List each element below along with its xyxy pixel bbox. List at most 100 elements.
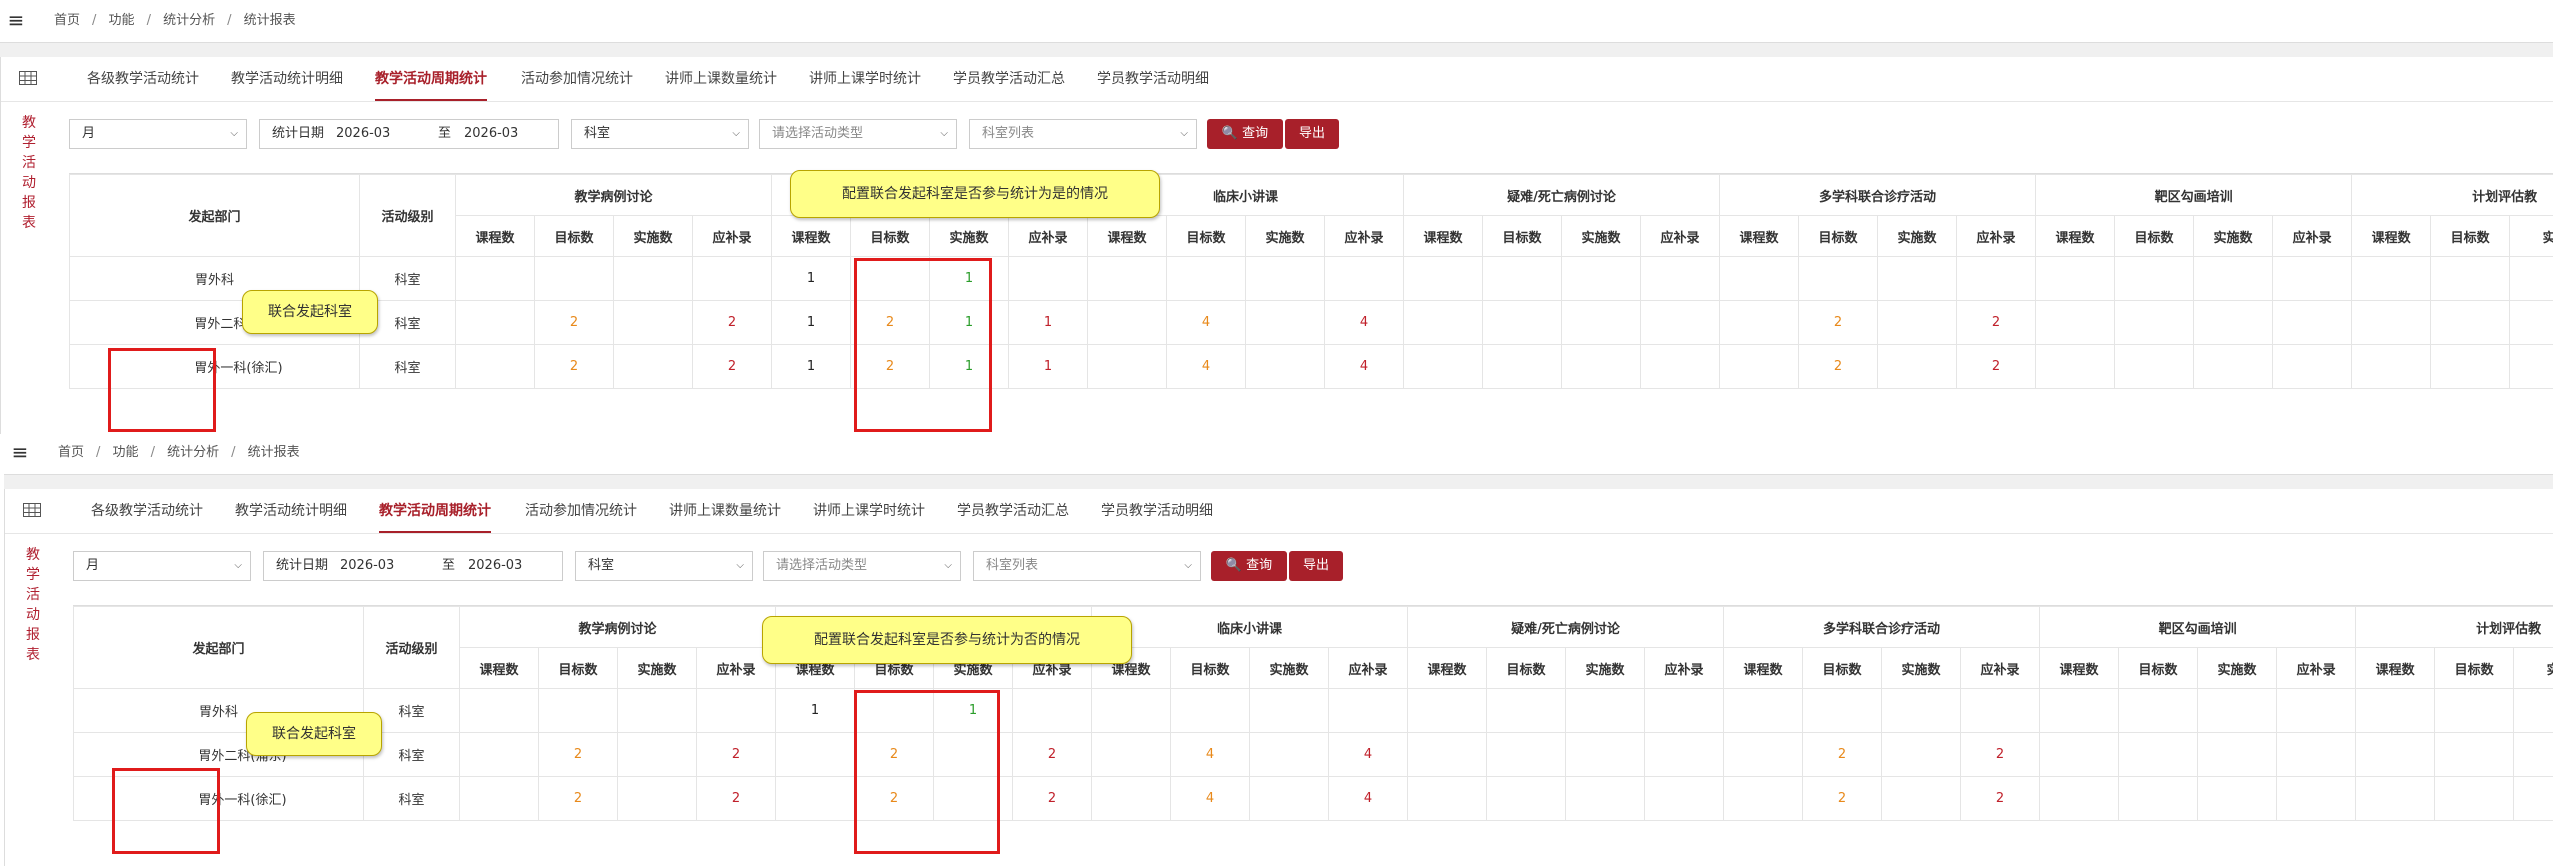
value-cell <box>2035 300 2116 345</box>
sub-header: 课程数 <box>2035 215 2116 257</box>
table-icon <box>23 503 41 517</box>
screenshot-included: ≡ 首页 / 功能 / 统计分析 / 统计报表 各级教学活动统计 教学活动统计明细 教… <box>0 0 2553 434</box>
activity-type-select[interactable]: 请选择活动类型 ⌵ <box>759 119 957 149</box>
menu-icon[interactable]: ≡ <box>0 0 32 42</box>
value-cell: 2 <box>1956 344 2037 389</box>
value-cell <box>1486 776 1567 821</box>
export-button[interactable]: 导出 <box>1289 551 1343 581</box>
value-cell <box>2351 344 2432 389</box>
breadcrumb-item[interactable]: 统计分析 <box>167 445 219 460</box>
date-range-input[interactable]: 统计日期 2026-03 至 2026-03 <box>259 119 559 149</box>
breadcrumb: 首页 / 功能 / 统计分析 / 统计报表 <box>58 445 300 460</box>
value-cell <box>1561 344 1642 389</box>
value-cell <box>1719 344 1800 389</box>
date-to[interactable]: 2026-03 <box>464 120 518 148</box>
value-cell: 1 <box>771 300 852 345</box>
value-cell <box>1166 256 1247 301</box>
export-button[interactable]: 导出 <box>1285 119 1339 149</box>
tab-period-stats[interactable]: 教学活动周期统计 <box>379 489 491 533</box>
tab-level-activity-stats[interactable]: 各级教学活动统计 <box>91 489 203 533</box>
sub-header: 课程数 <box>1087 215 1168 257</box>
sub-header: 应补录 <box>1644 647 1725 689</box>
breadcrumb-item[interactable]: 功能 <box>109 13 135 28</box>
value-cell: 2 <box>691 300 773 345</box>
dept-list-select[interactable]: 科室列表 ⌵ <box>973 551 1201 581</box>
value-cell: 2 <box>1956 300 2037 345</box>
report-panel: 各级教学活动统计 教学活动统计明细 教学活动周期统计 活动参加情况统计 讲师上课… <box>0 57 2553 434</box>
breadcrumb-item[interactable]: 统计分析 <box>163 13 215 28</box>
period-select[interactable]: 月 ⌵ <box>69 119 247 149</box>
value-cell: 2 <box>1012 776 1093 821</box>
tab-participation-stats[interactable]: 活动参加情况统计 <box>521 57 633 101</box>
dept-list-select[interactable]: 科室列表 ⌵ <box>969 119 1197 149</box>
value-cell <box>2434 688 2515 733</box>
value-cell <box>2513 688 2553 733</box>
chevron-down-icon: ⌵ <box>1180 128 1188 139</box>
group-header: 疑难/死亡病例讨论 <box>1403 174 1721 216</box>
value-cell <box>2193 256 2274 301</box>
sub-header: 目标数 <box>1486 647 1567 689</box>
value-cell <box>2039 732 2120 777</box>
tab-lecturer-count-stats[interactable]: 讲师上课数量统计 <box>669 489 781 533</box>
value-cell: 4 <box>1324 300 1405 345</box>
highlight-box <box>108 348 216 432</box>
activity-type-select[interactable]: 请选择活动类型 ⌵ <box>763 551 961 581</box>
tab-activity-detail[interactable]: 教学活动统计明细 <box>231 57 343 101</box>
value-cell: 2 <box>534 300 614 345</box>
period-select[interactable]: 月 ⌵ <box>73 551 251 581</box>
sub-header: 课程数 <box>1403 215 1484 257</box>
sub-header: 实施数 <box>1245 215 1326 257</box>
separator <box>4 475 2553 489</box>
tab-level-activity-stats[interactable]: 各级教学活动统计 <box>87 57 199 101</box>
col-level: 活动级别 <box>359 174 456 257</box>
value-cell <box>617 732 697 777</box>
tab-lecturer-hours-stats[interactable]: 讲师上课学时统计 <box>809 57 921 101</box>
dept-type-select[interactable]: 科室 ⌵ <box>571 119 749 149</box>
date-to[interactable]: 2026-03 <box>468 552 522 580</box>
value-cell <box>1482 300 1563 345</box>
value-cell <box>1324 256 1405 301</box>
value-cell <box>2509 256 2553 301</box>
tab-lecturer-count-stats[interactable]: 讲师上课数量统计 <box>665 57 777 101</box>
value-cell <box>2193 344 2274 389</box>
value-cell <box>1640 256 1721 301</box>
value-cell <box>1877 344 1958 389</box>
dept-type-select[interactable]: 科室 ⌵ <box>575 551 753 581</box>
sub-header: 应补录 <box>1008 215 1089 257</box>
value-cell <box>2276 776 2357 821</box>
date-range-input[interactable]: 统计日期 2026-03 至 2026-03 <box>263 551 563 581</box>
breadcrumb-item[interactable]: 功能 <box>113 445 139 460</box>
date-from[interactable]: 2026-03 <box>336 120 390 148</box>
sub-header: 实施数 <box>1249 647 1330 689</box>
value-cell <box>1087 344 1168 389</box>
value-cell <box>1644 776 1725 821</box>
sub-header: 课程数 <box>2039 647 2120 689</box>
breadcrumb-item[interactable]: 首页 <box>54 13 80 28</box>
query-button[interactable]: 🔍 查询 <box>1211 551 1287 581</box>
level-cell: 科室 <box>359 344 456 389</box>
sub-header: 目标数 <box>534 215 614 257</box>
value-cell <box>2276 732 2357 777</box>
tab-student-detail[interactable]: 学员教学活动明细 <box>1097 57 1209 101</box>
menu-icon[interactable]: ≡ <box>4 434 36 474</box>
tab-bar: 各级教学活动统计 教学活动统计明细 教学活动周期统计 活动参加情况统计 讲师上课… <box>5 489 2553 534</box>
tab-participation-stats[interactable]: 活动参加情况统计 <box>525 489 637 533</box>
value-cell <box>1245 300 1326 345</box>
group-header: 计划评估教 <box>2355 606 2553 648</box>
query-button[interactable]: 🔍 查询 <box>1207 119 1283 149</box>
tab-lecturer-hours-stats[interactable]: 讲师上课学时统计 <box>813 489 925 533</box>
tab-activity-detail[interactable]: 教学活动统计明细 <box>235 489 347 533</box>
sub-header: 课程数 <box>1723 647 1804 689</box>
breadcrumb-item[interactable]: 首页 <box>58 445 84 460</box>
tab-period-stats[interactable]: 教学活动周期统计 <box>375 57 487 101</box>
tab-student-summary[interactable]: 学员教学活动汇总 <box>953 57 1065 101</box>
sub-header: 实施数 <box>2197 647 2278 689</box>
highlight-box <box>854 690 1000 854</box>
tab-student-summary[interactable]: 学员教学活动汇总 <box>957 489 1069 533</box>
value-cell <box>1091 688 1172 733</box>
value-cell <box>2118 688 2199 733</box>
tab-student-detail[interactable]: 学员教学活动明细 <box>1101 489 1213 533</box>
value-cell <box>1486 688 1567 733</box>
date-from[interactable]: 2026-03 <box>340 552 394 580</box>
value-cell <box>775 776 856 821</box>
